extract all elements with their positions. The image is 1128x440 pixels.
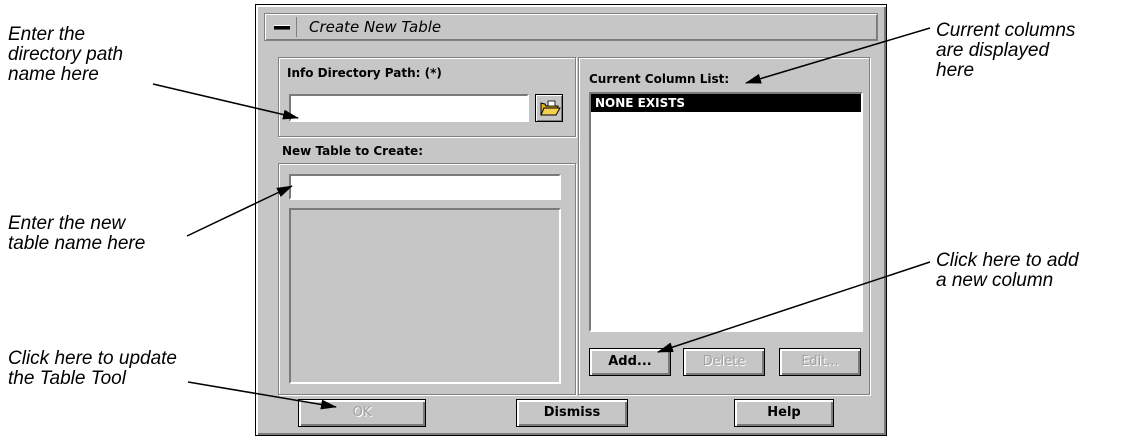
info-directory-input[interactable] (289, 94, 529, 122)
window-menu-icon (274, 25, 290, 30)
annotation-current-columns: Current columns are displayed here (936, 20, 1076, 81)
list-item[interactable]: NONE EXISTS (591, 94, 861, 112)
table-list[interactable] (289, 208, 561, 384)
annotation-add-column: Click here to add a new column (936, 250, 1079, 291)
window-menu-button[interactable] (269, 17, 297, 37)
new-table-input[interactable] (289, 174, 561, 200)
annotation-new-table: Enter the new table name here (8, 213, 146, 254)
annotation-update-tool: Click here to update the Table Tool (8, 348, 177, 389)
title-bar: Create New Table (264, 13, 878, 41)
new-table-group (278, 163, 576, 395)
column-list-group: Current Column List: NONE EXISTS Add... … (578, 57, 870, 395)
ok-button[interactable]: OK (298, 399, 426, 427)
info-directory-group: Info Directory Path: (*) (278, 57, 576, 137)
column-list[interactable]: NONE EXISTS (589, 92, 863, 332)
browse-folder-button[interactable] (535, 94, 563, 122)
window-title: Create New Table (309, 18, 442, 36)
new-table-label: New Table to Create: (282, 144, 423, 158)
create-new-table-dialog: Create New Table Info Directory Path: (*… (255, 4, 887, 436)
column-list-label: Current Column List: (589, 72, 730, 86)
dismiss-button[interactable]: Dismiss (516, 399, 628, 427)
info-directory-label: Info Directory Path: (*) (287, 66, 442, 80)
folder-open-icon (540, 100, 561, 116)
delete-column-button[interactable]: Delete (683, 348, 765, 376)
edit-column-button[interactable]: Edit... (779, 348, 861, 376)
help-button[interactable]: Help (734, 399, 834, 427)
add-column-button[interactable]: Add... (589, 348, 671, 376)
annotation-directory-path: Enter the directory path name here (8, 24, 124, 85)
